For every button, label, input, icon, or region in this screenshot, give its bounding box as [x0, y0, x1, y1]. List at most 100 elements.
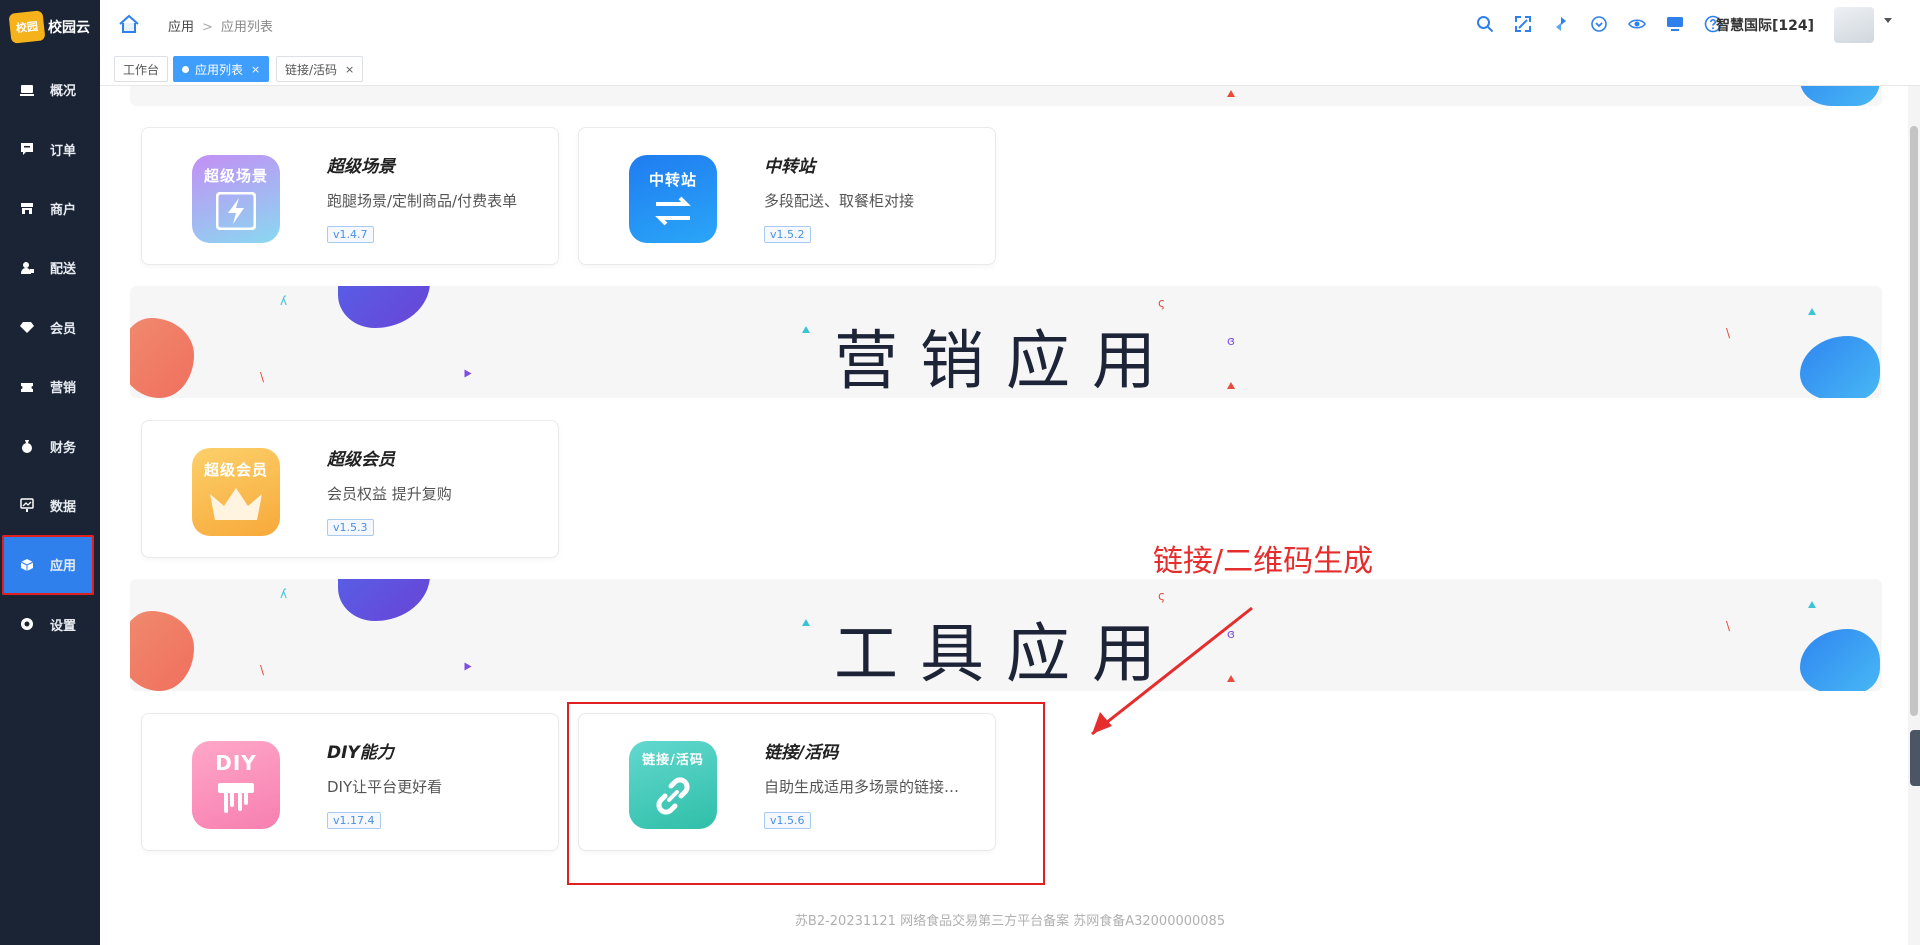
app-card-diy[interactable]: DIY DIY能力 DIY让平台更好看 v1.17.4	[141, 713, 559, 851]
app-icon-label: DIY	[215, 751, 257, 775]
app-version-badge: v1.17.4	[327, 812, 381, 829]
decor-squiggle: ʎ	[280, 294, 288, 308]
section-banner-marketing: ʎ \ ς \ ɞ 营销应用	[130, 286, 1882, 398]
annotation-arrow-icon	[1091, 606, 1253, 736]
avatar[interactable]	[1834, 7, 1874, 43]
highlight-box	[567, 702, 1045, 885]
section-banner-partial	[130, 86, 1882, 106]
logo-text: 校园云	[48, 20, 90, 36]
tab-app-list[interactable]: 应用列表 ×	[173, 56, 270, 82]
decor-squiggle: ʎ	[280, 587, 288, 601]
super-scene-app-icon: 超级场景	[192, 155, 280, 243]
monitor-icon	[20, 83, 34, 97]
shop-icon	[20, 201, 34, 215]
tab-label: 应用列表	[195, 62, 244, 77]
sidebar-item-label: 概况	[50, 84, 77, 100]
decor-triangle	[1227, 90, 1235, 97]
breadcrumb-root[interactable]: 应用	[168, 20, 194, 35]
side-floating-widget[interactable]	[1910, 730, 1920, 786]
app-icon-label: 中转站	[648, 170, 697, 189]
sidebar-item-overview[interactable]: 概况	[0, 60, 100, 119]
app-description: 跑腿场景/定制商品/付费表单	[327, 192, 518, 210]
sidebar-item-finance[interactable]: 财务	[0, 416, 100, 475]
logo-badge: 校园	[8, 10, 46, 44]
home-icon[interactable]	[118, 14, 140, 38]
sidebar-nav: 概况 订单 商户 配送 会员 营销 财务 数据 应用 设置	[0, 60, 100, 654]
sidebar-item-merchants[interactable]: 商户	[0, 179, 100, 238]
app-card-super-member[interactable]: 超级会员 超级会员 会员权益 提升复购 v1.5.3	[141, 420, 559, 558]
tab-label: 工作台	[123, 62, 160, 77]
sidebar-item-label: 设置	[50, 618, 77, 634]
eye-icon[interactable]	[1626, 13, 1648, 35]
app-title: 超级场景	[327, 157, 395, 177]
app-version-badge: v1.5.2	[764, 226, 811, 243]
cube-icon	[20, 558, 34, 572]
sidebar-item-label: 应用	[50, 559, 77, 575]
app-description: 多段配送、取餐柜对接	[764, 192, 915, 210]
sidebar: 校园 校园云 概况 订单 商户 配送 会员 营销 财务 数据 应用 设置	[0, 0, 100, 945]
app-card-transfer-station[interactable]: 中转站 中转站 多段配送、取餐柜对接 v1.5.2	[578, 127, 996, 265]
refresh-icon[interactable]	[1550, 13, 1572, 35]
delivery-icon	[20, 261, 34, 275]
order-icon	[20, 142, 34, 156]
sidebar-item-label: 配送	[50, 262, 77, 278]
sidebar-item-delivery[interactable]: 配送	[0, 238, 100, 297]
active-dot-icon	[182, 65, 189, 73]
section-title-tools: 工具应用	[834, 618, 1178, 691]
user-name[interactable]: 智慧国际[124]	[1716, 15, 1814, 35]
tab-link-code[interactable]: 链接/活码 ×	[276, 56, 364, 82]
app-title: 中转站	[764, 157, 815, 177]
tab-bar: 工作台 应用列表 × 链接/活码 ×	[100, 50, 1920, 86]
app-icon-label: 超级会员	[203, 460, 268, 479]
app-logo[interactable]: 校园 校园云	[8, 10, 90, 44]
scrollbar-thumb[interactable]	[1910, 126, 1918, 716]
gear-icon	[20, 617, 34, 631]
sidebar-item-label: 财务	[50, 440, 77, 456]
breadcrumb-current: 应用列表	[220, 20, 273, 35]
chart-screen-icon	[20, 498, 34, 513]
sidebar-item-label: 订单	[50, 143, 77, 159]
sidebar-item-orders[interactable]: 订单	[0, 119, 100, 178]
app-version-badge: v1.4.7	[327, 226, 374, 243]
sidebar-item-label: 商户	[50, 202, 77, 218]
money-bag-icon	[20, 439, 34, 454]
app-description: 会员权益 提升复购	[327, 485, 452, 503]
transfer-app-icon: 中转站	[629, 155, 717, 243]
app-title: 超级会员	[327, 450, 395, 470]
breadcrumb: 应用 > 应用列表	[168, 16, 273, 35]
breadcrumb-separator: >	[202, 20, 213, 35]
tab-label: 链接/活码	[285, 62, 338, 77]
decor-blob	[1800, 86, 1880, 106]
section-title-marketing: 营销应用	[834, 325, 1178, 398]
annotation-label: 链接/二维码生成	[1153, 544, 1374, 579]
app-title: DIY能力	[327, 743, 394, 763]
download-icon[interactable]	[1588, 13, 1610, 35]
section-banner-tools: ʎ \ ς \ ɞ 工具应用	[130, 579, 1882, 691]
sidebar-item-label: 数据	[50, 499, 77, 515]
footer-record: 苏B2-20231121 网络食品交易第三方平台备案 苏网食备A32000000…	[794, 914, 1226, 929]
app-icon-label: 超级场景	[203, 166, 268, 185]
super-member-app-icon: 超级会员	[192, 448, 280, 536]
fullscreen-icon[interactable]	[1512, 13, 1534, 35]
close-icon[interactable]: ×	[345, 63, 354, 76]
app-description: DIY让平台更好看	[327, 778, 443, 796]
header-toolbar	[1474, 13, 1724, 35]
chevron-down-icon[interactable]	[1884, 18, 1892, 23]
sidebar-item-label: 会员	[50, 321, 77, 337]
sidebar-item-apps[interactable]: 应用	[2, 535, 94, 595]
diy-app-icon: DIY	[192, 741, 280, 829]
sidebar-item-settings[interactable]: 设置	[0, 595, 100, 654]
screen-icon[interactable]	[1664, 13, 1686, 35]
app-version-badge: v1.5.3	[327, 519, 374, 536]
close-icon[interactable]: ×	[251, 63, 260, 76]
sidebar-item-marketing[interactable]: 营销	[0, 357, 100, 416]
ticket-icon	[20, 380, 34, 394]
tab-workbench[interactable]: 工作台	[114, 56, 169, 82]
app-card-super-scene[interactable]: 超级场景 超级场景 跑腿场景/定制商品/付费表单 v1.4.7	[141, 127, 559, 265]
decor-squiggle: ς	[1158, 296, 1166, 310]
sidebar-item-members[interactable]: 会员	[0, 298, 100, 357]
sidebar-item-label: 营销	[50, 381, 77, 397]
search-icon[interactable]	[1474, 13, 1496, 35]
diamond-icon	[20, 320, 34, 334]
sidebar-item-data[interactable]: 数据	[0, 476, 100, 535]
